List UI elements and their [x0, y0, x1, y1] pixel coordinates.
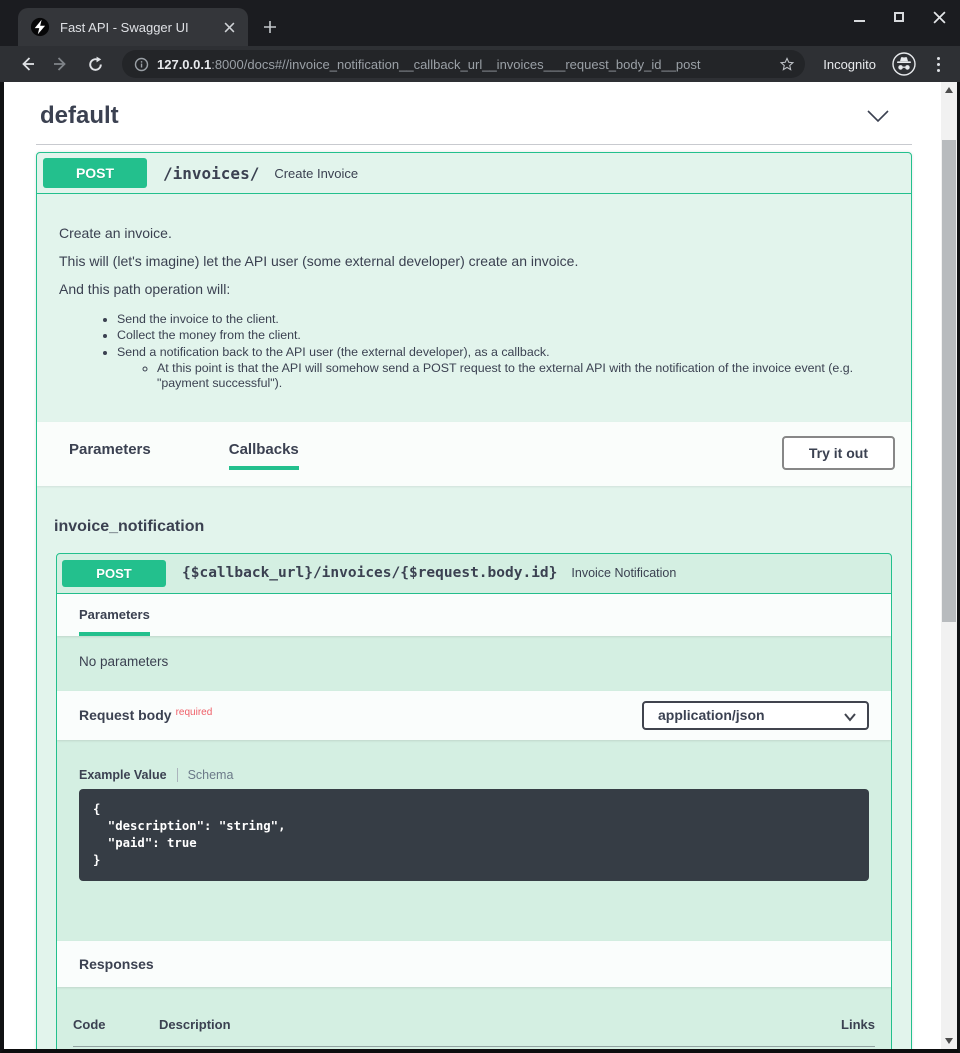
list-item: Send the invoice to the client. [117, 312, 871, 327]
callback-name: invoice_notification [54, 518, 892, 536]
page-scrollbar[interactable] [941, 82, 957, 1049]
site-info-icon[interactable] [134, 57, 149, 72]
description-paragraph: Create an invoice. [59, 225, 871, 241]
tab-parameters-inner[interactable]: Parameters [79, 607, 150, 636]
responses-header: Responses [57, 941, 891, 987]
response-description: Successful Response [159, 1046, 755, 1053]
forward-icon[interactable] [48, 51, 74, 77]
new-tab-button[interactable] [256, 13, 284, 41]
column-header-code: Code [73, 1017, 159, 1047]
description-paragraph: And this path operation will: [59, 281, 871, 297]
list-item: Send a notification back to the API user… [117, 345, 871, 360]
table-row: 200 Successful Response No links [73, 1046, 875, 1053]
responses-table: Code Description Links 200 Successful Re… [57, 987, 891, 1053]
browser-tab[interactable]: Fast API - Swagger UI [18, 8, 248, 46]
tab-schema[interactable]: Schema [177, 768, 234, 782]
request-body-label: Request bodyrequired [79, 707, 212, 723]
tag-title: default [40, 102, 119, 130]
parameters-header: Parameters [57, 594, 891, 636]
request-body-header: Request bodyrequired application/json [57, 691, 891, 740]
method-badge: POST [43, 158, 147, 188]
collapse-chevron-icon[interactable] [866, 109, 890, 123]
no-parameters-text: No parameters [57, 636, 891, 691]
scroll-up-icon[interactable] [941, 82, 957, 98]
try-it-out-button[interactable]: Try it out [782, 436, 895, 470]
column-header-description: Description [159, 1017, 755, 1047]
description-sublist: At this point is that the API will someh… [117, 361, 871, 391]
opblock-invoice-notification: POST {$callback_url}/invoices/{$request.… [56, 553, 892, 1053]
tab-example-value[interactable]: Example Value [79, 768, 177, 782]
scrollbar-thumb[interactable] [942, 140, 956, 622]
tab-strip: Fast API - Swagger UI [0, 0, 960, 46]
callback-summary[interactable]: POST {$callback_url}/invoices/{$request.… [57, 554, 891, 594]
incognito-icon [892, 52, 916, 76]
maximize-button[interactable] [892, 10, 906, 24]
response-links: No links [755, 1046, 875, 1053]
description-list: Send the invoice to the client. Collect … [59, 312, 871, 391]
browser-window: Fast API - Swagger UI [0, 0, 960, 1053]
model-tab-bar: Example Value Schema [79, 768, 869, 782]
back-icon[interactable] [14, 51, 40, 77]
content-type-select[interactable]: application/json [642, 701, 869, 730]
endpoint-description: Create an invoice. This will (let's imag… [37, 194, 911, 422]
browser-menu-icon[interactable] [928, 52, 948, 76]
method-badge: POST [62, 560, 166, 587]
endpoint-path: /invoices/ [163, 164, 259, 183]
url-bar[interactable]: 127.0.0.1:8000/docs#//invoice_notificati… [122, 50, 805, 78]
list-item: At this point is that the API will someh… [157, 361, 871, 391]
reload-icon[interactable] [82, 51, 108, 77]
tab-title: Fast API - Swagger UI [60, 20, 210, 35]
minimize-button[interactable] [852, 10, 866, 24]
opblock-summary[interactable]: POST /invoices/ Create Invoice [37, 153, 911, 194]
request-body-model: Example Value Schema { "description": "s… [57, 740, 891, 941]
chevron-down-icon [843, 711, 857, 723]
tab-close-icon[interactable] [220, 18, 238, 36]
incognito-label: Incognito [823, 57, 876, 72]
column-header-links: Links [755, 1017, 875, 1047]
tab-callbacks[interactable]: Callbacks [229, 441, 299, 470]
example-code-block[interactable]: { "description": "string", "paid": true … [79, 789, 869, 881]
endpoint-summary: Create Invoice [274, 166, 358, 181]
callback-path: {$callback_url}/invoices/{$request.body.… [182, 565, 557, 581]
required-badge: required [176, 707, 213, 718]
fastapi-favicon-icon [30, 17, 50, 37]
tag-section-header[interactable]: default [36, 100, 912, 145]
bookmark-star-icon[interactable] [779, 56, 795, 72]
response-code: 200 [73, 1046, 159, 1053]
browser-toolbar: 127.0.0.1:8000/docs#//invoice_notificati… [0, 46, 960, 82]
tab-parameters[interactable]: Parameters [69, 441, 151, 470]
url-text: 127.0.0.1:8000/docs#//invoice_notificati… [157, 57, 771, 72]
description-paragraph: This will (let's imagine) let the API us… [59, 253, 871, 269]
opblock-create-invoice: POST /invoices/ Create Invoice Create an… [36, 152, 912, 1053]
window-controls [852, 10, 946, 24]
callbacks-section: invoice_notification POST {$callback_url… [37, 486, 911, 1053]
opblock-tab-bar: Parameters Callbacks Try it out [37, 422, 911, 486]
list-item: Collect the money from the client. [117, 328, 871, 343]
callback-summary-text: Invoice Notification [571, 566, 676, 580]
scroll-down-icon[interactable] [941, 1033, 957, 1049]
close-window-button[interactable] [932, 10, 946, 24]
page-content: default POST /invoices/ Create Invoice C… [0, 82, 960, 1053]
